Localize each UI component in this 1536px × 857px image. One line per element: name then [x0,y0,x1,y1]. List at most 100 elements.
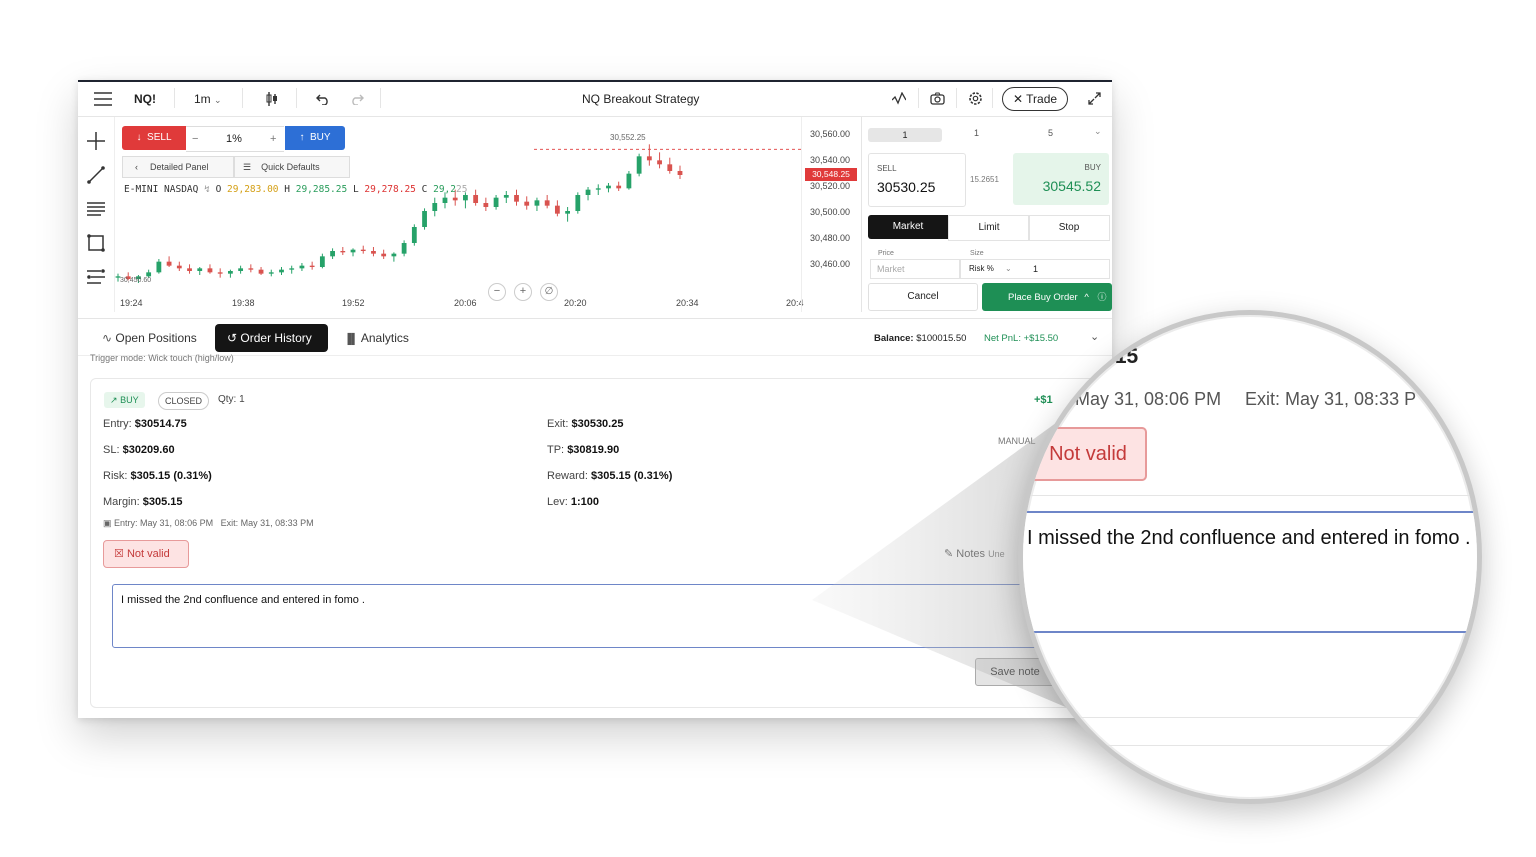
open-value: 29,283.00 [227,184,279,195]
qty-tab-2[interactable]: 1 [974,128,979,138]
order-type-stop[interactable]: Stop [1028,215,1110,241]
place-order-label: Place Buy Order [1008,292,1078,303]
sell-quote-label: SELL [877,164,897,173]
margin-field: Margin: $305.15 [103,496,183,508]
size-mode[interactable]: Risk % [969,260,994,278]
order-type-limit[interactable]: Limit [948,215,1030,241]
size-input[interactable]: Risk % ⌄ 1 [960,259,1110,279]
tp-label: TP: [547,444,565,456]
undo-icon[interactable] [316,92,330,110]
reset-zoom-button[interactable]: ∅ [540,283,558,301]
gear-icon[interactable] [968,91,983,111]
candle [228,269,233,278]
note-textarea[interactable]: I missed the 2nd confluence and entered … [112,584,1074,648]
size-field-label: Size [970,250,984,257]
candle [187,264,192,274]
candle [565,207,570,222]
entry-value: $30514.75 [134,418,187,430]
buy-quote-label: BUY [1084,163,1101,172]
fib-levels-icon[interactable] [86,199,106,219]
tab-order-history[interactable]: ↺ Order History [215,324,328,352]
magnifier-lens: .15 +$1 May 31, 08:06 PM Exit: May 31, 0… [1018,310,1482,804]
candle [544,195,550,209]
high-label-ohlc: H [284,184,290,195]
fullscreen-icon[interactable] [1088,92,1101,110]
trend-up-icon: ↗ [110,395,118,405]
redo-icon[interactable] [350,92,364,110]
qty-value: 1 [239,394,245,405]
entry-time: Entry: May 31, 08:06 PM [114,518,214,528]
mag-top-value: .15 [1109,345,1139,368]
zoom-out-button[interactable]: − [488,283,506,301]
candle [585,187,591,201]
crosshair-icon[interactable] [86,131,106,151]
detailed-panel-button[interactable]: ‹ Detailed Panel [122,156,234,178]
margin-value: $305.15 [142,496,183,508]
x-tick-label: 19:24 [120,298,143,308]
candle [554,200,560,217]
candle [381,249,387,259]
low-label: 30,450.60 [120,277,152,284]
trading-window: NQ! 1m ⌄ NQ Breakout Strategy ✕ Trade 30… [78,80,1112,718]
buy-quote[interactable]: BUY 30545.52 [1013,153,1109,205]
minus-icon[interactable]: − [192,127,198,151]
chevron-down-icon[interactable]: ⌄ [1090,330,1099,343]
cancel-button[interactable]: Cancel [868,283,978,311]
long-short-icon[interactable] [86,267,106,287]
trendline-icon[interactable] [86,165,106,185]
y-tick-label: 30,560.00 [810,129,851,139]
candle [667,157,673,174]
candle [493,195,499,210]
candle [483,197,489,211]
trade-label: Trade [1026,92,1058,106]
y-tick-label: 30,480.00 [810,233,851,243]
entry-field: Entry: $30514.75 [103,418,187,430]
risk-field: Risk: $305.15 (0.31%) [103,470,212,482]
validity-tag[interactable]: ☒ Not valid [103,540,189,568]
qty-tab-3[interactable]: 5 [1048,128,1053,138]
place-buy-order-button[interactable]: Place Buy Order ^ ⓘ [982,283,1112,311]
info-icon: ⓘ [1097,292,1107,302]
zoom-in-button[interactable]: + [514,283,532,301]
candle [197,267,203,275]
tab-analytics-label: Analytics [360,331,409,345]
trade-toggle-button[interactable]: ✕ Trade [1002,87,1068,111]
rectangle-icon[interactable] [86,233,106,253]
history-icon: ↺ [227,331,238,345]
sell-button[interactable]: ↓ SELL [122,126,186,150]
indicators-icon[interactable] [891,91,907,110]
low-label-ohlc: L [352,184,359,195]
order-type-market[interactable]: Market [868,215,948,239]
chevron-down-icon[interactable]: ⌄ [1094,126,1102,137]
size-stepper[interactable]: − 1% + [186,126,284,152]
sell-quote[interactable]: SELL 30530.25 [868,153,966,207]
trigger-mode: Trigger mode: Wick touch (high/low) [90,353,234,363]
price-chart[interactable]: 30,552.25 30,450.60 − + ∅ 19:24 19:38 19:5… [114,117,861,312]
price-input[interactable]: Market [870,259,960,279]
candle [473,189,479,206]
tab-analytics[interactable]: ▐▌ Analytics [344,324,424,352]
tab-open-positions[interactable]: ∿ Open Positions [102,324,206,352]
trade-times: ▣ Entry: May 31, 08:06 PM Exit: May 31, … [103,518,314,529]
arrow-up-icon: ↑ [299,132,305,143]
plus-icon[interactable]: + [270,127,276,151]
candle-style-icon[interactable] [266,92,278,111]
symbol-label[interactable]: NQ! [134,92,156,106]
interval-select[interactable]: 1m ⌄ [194,92,222,106]
camera-icon[interactable] [930,92,945,110]
y-tick-label: 30,460.00 [810,259,851,269]
size-percent[interactable]: 1% [226,127,242,151]
notes-toggle[interactable]: ✎ Notes Une [944,547,1005,560]
candle [422,208,427,230]
qty-tab-1[interactable]: 1 [868,128,942,142]
menu-icon[interactable] [94,92,112,111]
open-label: O [215,184,222,195]
quick-defaults-button[interactable]: ☰ Quick Defaults [234,156,350,178]
buy-price: 30545.52 [1042,178,1101,194]
candle [360,245,366,254]
chevron-up-icon: ^ [1084,292,1089,303]
candle [626,171,632,190]
candle [432,197,438,217]
tab-order-history-label: Order History [240,331,312,345]
buy-button[interactable]: ↑ BUY [285,126,345,150]
